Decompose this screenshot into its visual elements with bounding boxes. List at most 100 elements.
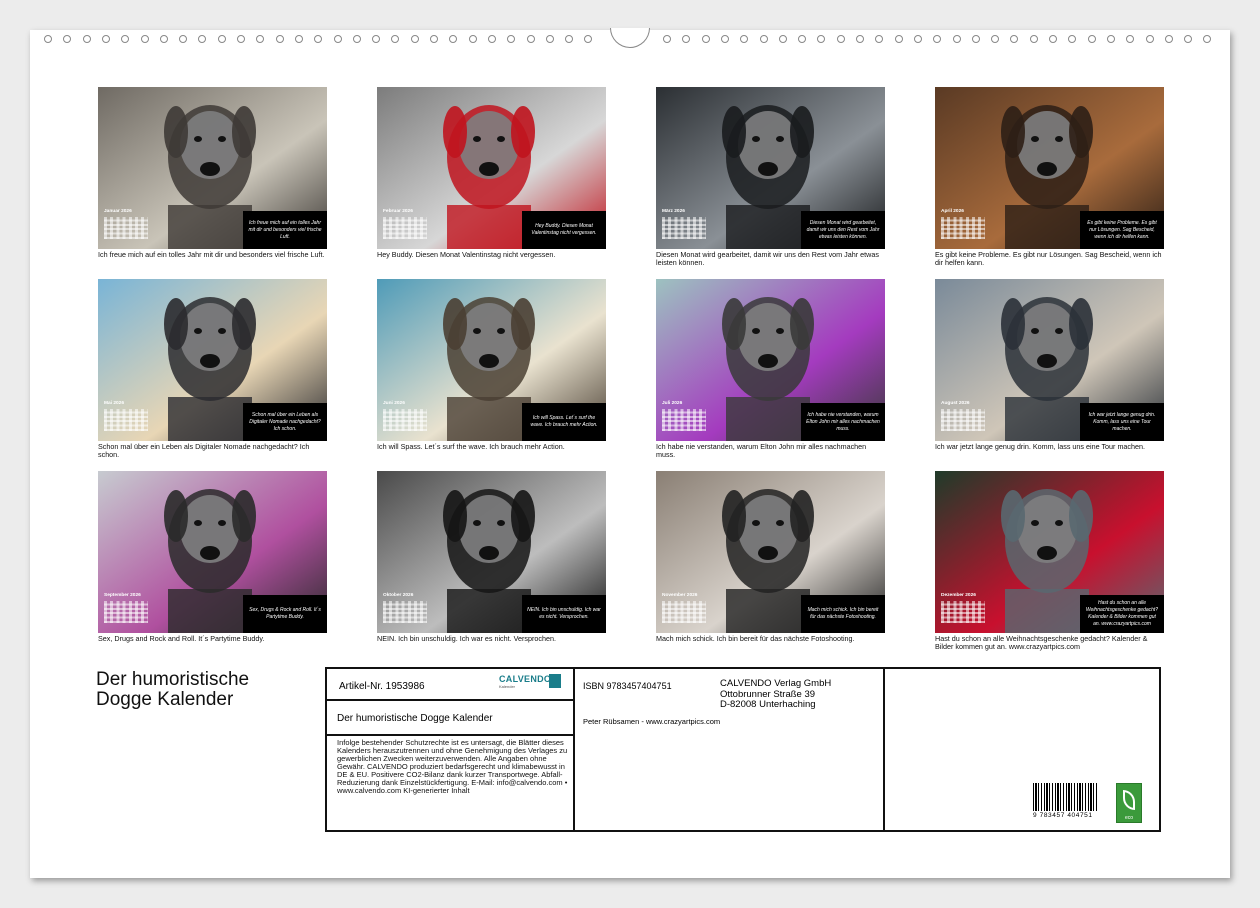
author-credit: Peter Rübsamen - www.crazyartpics.com xyxy=(583,717,721,726)
month-photo: Oktober 2026 NEIN. Ich bin unschuldig. Ic… xyxy=(377,471,606,633)
month-photo: August 2026 Ich war jetzt lange genug dri… xyxy=(935,279,1164,441)
month-label: Februar 2026 xyxy=(383,209,413,214)
binding-ring xyxy=(701,35,710,43)
binding-ring xyxy=(44,35,52,43)
month-quote: Ich habe nie verstanden, warum Elton Joh… xyxy=(801,403,885,441)
binding-ring xyxy=(856,35,864,43)
month-photo: April 2026 Es gibt keine Probleme. Es gib… xyxy=(935,87,1164,249)
binding-ring xyxy=(275,35,284,43)
article-row: Artikel-Nr. 1953986 CALVENDO Kalender xyxy=(327,669,573,701)
mini-calendar xyxy=(662,601,706,623)
binding-ring xyxy=(894,35,903,43)
month-label: Mai 2026 xyxy=(104,401,125,406)
binding-ring xyxy=(101,35,110,43)
month-caption: Hast du schon an alle Weihnachtsgeschenk… xyxy=(935,634,1148,651)
month-photo: Juni 2026 Ich will Spass. Let´s surf the … xyxy=(377,279,606,441)
month-quote: Ich war jetzt lange genug drin. Komm, la… xyxy=(1080,403,1164,441)
month-caption: Diesen Monat wird gearbeitet, damit wir … xyxy=(656,250,879,267)
month-caption: Sex, Drugs and Rock and Roll. It´s Party… xyxy=(98,634,265,643)
binding-ring xyxy=(430,35,438,43)
mini-calendar xyxy=(383,409,427,431)
mini-calendar xyxy=(662,217,706,239)
month-photo: Dezember 2026 Hast du schon an alle Weihn… xyxy=(935,471,1164,633)
binding-ring xyxy=(1029,35,1038,43)
month-quote: Ich freue mich auf ein tolles Jahr mit d… xyxy=(243,211,327,249)
month-label: Dezember 2026 xyxy=(941,593,976,598)
binding-ring xyxy=(1106,35,1115,43)
month-caption: Mach mich schick. Ich bin bereit für das… xyxy=(656,634,855,643)
month-caption: Ich freue mich auf ein tolles Jahr mit d… xyxy=(98,250,325,259)
eco-leaf-icon: eco xyxy=(1116,783,1142,823)
publisher-name: CALVENDO Verlag GmbH xyxy=(720,678,832,689)
binding-ring xyxy=(159,35,168,43)
mini-calendar xyxy=(383,601,427,623)
product-title-row: Der humoristische Dogge Kalender xyxy=(327,701,573,736)
mini-calendar xyxy=(104,601,148,623)
month-photo: Juli 2026 Ich habe nie verstanden, warum … xyxy=(656,279,885,441)
isbn: ISBN 9783457404751 xyxy=(583,681,672,691)
month-quote: Es gibt keine Probleme. Es gibt nur Lösu… xyxy=(1080,211,1164,249)
month-label: September 2026 xyxy=(104,593,141,598)
mini-calendar xyxy=(104,217,148,239)
month-label: Oktober 2026 xyxy=(383,593,414,598)
month-caption: Es gibt keine Probleme. Es gibt nur Lösu… xyxy=(935,250,1162,267)
binding-ring xyxy=(237,35,245,43)
binding-ring xyxy=(526,35,535,43)
calvendo-logo-icon xyxy=(549,674,561,688)
mini-calendar xyxy=(104,409,148,431)
publisher-address: CALVENDO Verlag GmbH Ottobrunner Straße … xyxy=(720,678,832,711)
month-quote: Hey Buddy. Diesen Monat Valentinstag nic… xyxy=(522,211,606,249)
calendar-title: Der humoristische Dogge Kalender xyxy=(96,670,249,710)
month-photo: Mai 2026 Schon mal über ein Leben als Dig… xyxy=(98,279,327,441)
binding-ring xyxy=(545,35,554,43)
binding-ring xyxy=(487,35,496,43)
month-label: Juni 2026 xyxy=(383,401,405,406)
binding-rings xyxy=(0,0,1260,43)
title-line-1: Der humoristische xyxy=(96,669,250,690)
barcode: 9 783457 404751 xyxy=(1033,783,1101,819)
mini-calendar xyxy=(941,217,985,239)
binding-ring xyxy=(217,35,226,43)
month-label: August 2026 xyxy=(941,401,970,406)
mini-calendar xyxy=(941,601,985,623)
binding-ring xyxy=(468,35,477,43)
binding-ring xyxy=(952,35,961,43)
month-quote: Schon mal über ein Leben als Digitaler N… xyxy=(243,403,327,441)
month-photo: März 2026 Diesen Monat wird gearbeitet, d… xyxy=(656,87,885,249)
binding-ring xyxy=(663,35,671,43)
binding-ring xyxy=(1164,35,1173,43)
binding-ring xyxy=(971,35,980,43)
title-line-2: Dogge Kalender xyxy=(96,689,234,710)
barcode-number: 9 783457 404751 xyxy=(1033,812,1093,819)
mini-calendar xyxy=(383,217,427,239)
imprint-col-middle: ISBN 9783457404751 CALVENDO Verlag GmbH … xyxy=(575,669,885,830)
binding-ring xyxy=(778,35,787,43)
binding-ring xyxy=(836,35,845,43)
binding-ring xyxy=(1087,35,1096,43)
product-title: Der humoristische Dogge Kalender xyxy=(337,713,493,724)
imprint-col-left: Artikel-Nr. 1953986 CALVENDO Kalender Der… xyxy=(327,669,575,830)
month-quote: Mach mich schick. Ich bin bereit für das… xyxy=(801,595,885,633)
legal-notice: Infolge bestehender Schutzrechte ist es … xyxy=(337,738,568,795)
month-photo: September 2026 Sex, Drugs & Rock and Roll… xyxy=(98,471,327,633)
month-caption: NEIN. Ich bin unschuldig. Ich war es nic… xyxy=(377,634,556,643)
month-caption: Hey Buddy. Diesen Monat Valentinstag nic… xyxy=(377,250,556,259)
binding-ring xyxy=(140,35,149,43)
publisher-city: D-82008 Unterhaching xyxy=(720,699,816,710)
month-caption: Ich habe nie verstanden, warum Elton Joh… xyxy=(656,442,867,459)
month-quote: Hast du schon an alle Weihnachtsgeschenk… xyxy=(1080,595,1164,633)
binding-ring xyxy=(82,35,91,43)
month-label: April 2026 xyxy=(941,209,964,214)
binding-ring xyxy=(720,35,729,43)
month-quote: Ich will Spass. Let´s surf the wave. Ich… xyxy=(522,403,606,441)
binding-ring xyxy=(913,35,922,43)
article-number: Artikel-Nr. 1953986 xyxy=(339,681,425,692)
imprint-box: Artikel-Nr. 1953986 CALVENDO Kalender Der… xyxy=(325,667,1161,832)
calvendo-logo: CALVENDO Kalender xyxy=(499,674,552,689)
month-quote: Sex, Drugs & Rock and Roll. It´s Partyti… xyxy=(243,595,327,633)
month-label: November 2026 xyxy=(662,593,698,598)
month-photo: November 2026 Mach mich schick. Ich bin b… xyxy=(656,471,885,633)
binding-ring xyxy=(294,35,303,43)
binding-ring xyxy=(410,35,419,43)
binding-ring xyxy=(1145,35,1154,43)
